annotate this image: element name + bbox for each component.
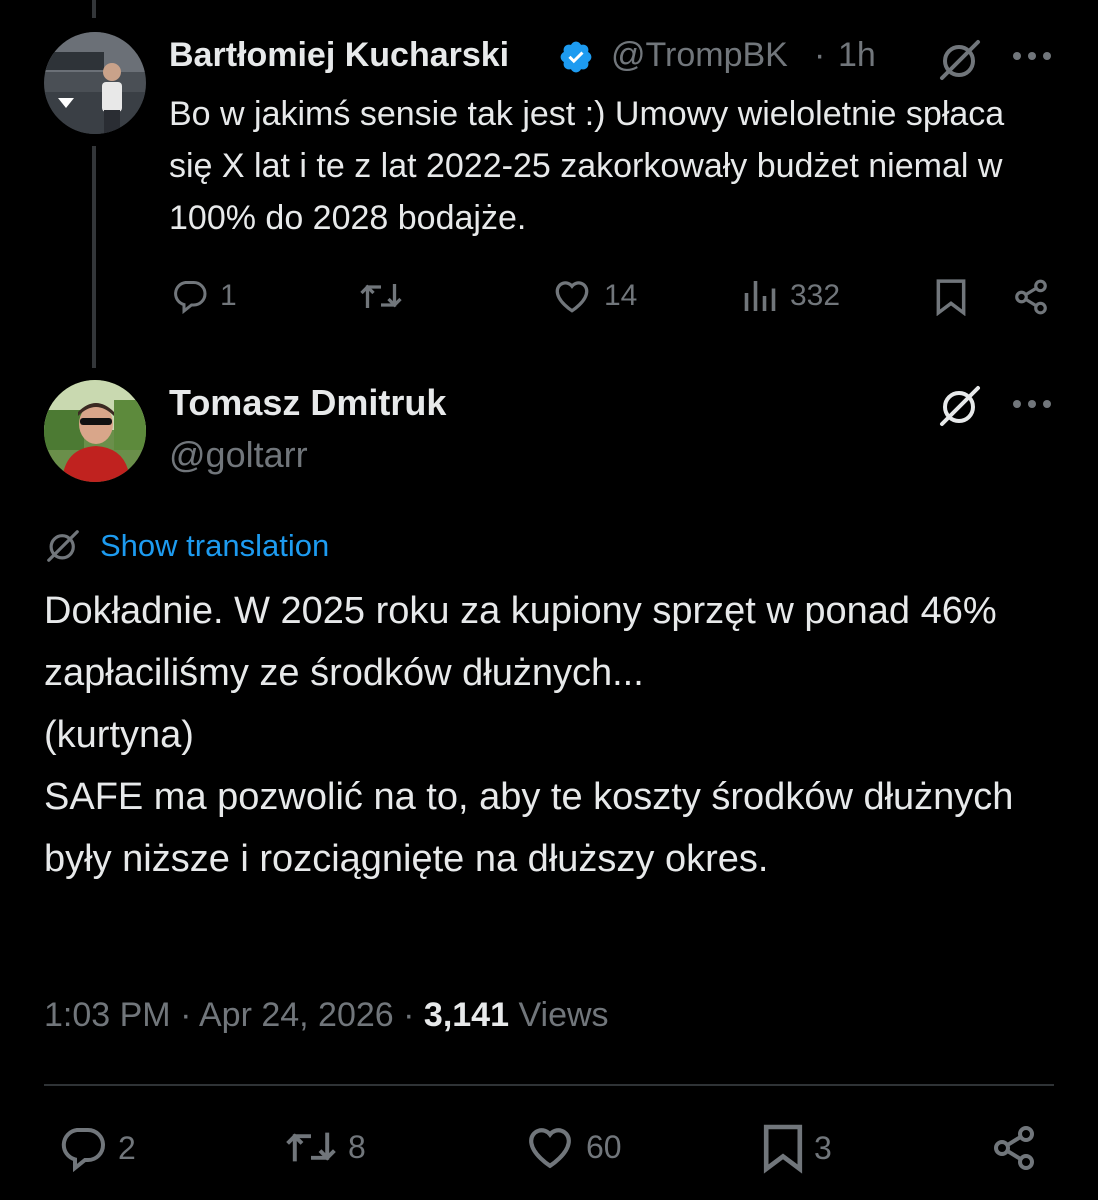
views-label: Views <box>518 996 609 1034</box>
share-icon <box>1015 279 1047 315</box>
separator-dot: · <box>180 996 192 1034</box>
bookmark-count: 3 <box>814 1129 832 1166</box>
reply-count: 2 <box>118 1129 136 1166</box>
repost-icon <box>360 284 402 308</box>
bookmark-button[interactable]: 3 <box>762 1122 832 1174</box>
grok-icon[interactable] <box>936 38 984 82</box>
author-handle[interactable]: @TrompBK <box>611 36 788 75</box>
author-name[interactable]: Tomasz Dmitruk <box>169 382 446 424</box>
like-button[interactable]: 14 <box>552 278 637 314</box>
tweet-date[interactable]: Apr 24, 2026 <box>199 996 394 1034</box>
like-count: 14 <box>604 279 638 312</box>
reply-button[interactable]: 2 <box>58 1124 136 1172</box>
avatar[interactable] <box>44 32 146 134</box>
verified-badge-icon <box>560 41 592 73</box>
bookmark-icon <box>936 279 966 316</box>
timestamp[interactable]: 1h <box>838 36 876 75</box>
author-name[interactable]: Bartłomiej Kucharski <box>169 36 509 75</box>
repost-button[interactable]: 8 <box>284 1124 366 1170</box>
bookmark-icon <box>763 1124 803 1174</box>
share-button[interactable] <box>990 1124 1038 1172</box>
tweet-text: Bo w jakimś sensie tak jest :) Umowy wie… <box>169 95 1005 237</box>
avatar[interactable] <box>44 380 146 482</box>
separator-dot: · <box>814 36 826 74</box>
views-count: 3,141 <box>423 996 510 1034</box>
tweet-time[interactable]: 1:03 PM <box>44 996 171 1034</box>
heart-icon <box>529 1128 571 1169</box>
divider <box>44 1084 1054 1086</box>
share-icon <box>994 1126 1034 1170</box>
separator-dot: · <box>403 996 415 1034</box>
more-options-icon[interactable] <box>1012 50 1052 62</box>
reply-button[interactable]: 1 <box>172 278 237 314</box>
reply-count: 1 <box>220 279 237 312</box>
show-translation-button[interactable]: Show translation <box>44 528 329 564</box>
heart-icon <box>555 281 589 313</box>
show-translation-label: Show translation <box>100 528 330 563</box>
like-count: 60 <box>586 1128 622 1165</box>
repost-count: 8 <box>348 1128 366 1165</box>
grok-icon <box>47 530 79 562</box>
thread-line <box>92 0 96 18</box>
repost-button[interactable] <box>358 278 404 314</box>
share-button[interactable] <box>1012 278 1050 316</box>
reply-icon <box>61 1128 105 1172</box>
tweet-text: Dokładnie. W 2025 roku za kupiony sprzęt… <box>44 590 1014 880</box>
bookmark-button[interactable] <box>934 278 968 316</box>
tweet-meta: 1:03 PM · Apr 24, 2026 · 3,141 Views <box>44 996 609 1035</box>
views-button[interactable]: 332 <box>742 278 840 314</box>
reply-icon <box>174 281 207 314</box>
thread-line <box>92 146 96 368</box>
like-button[interactable]: 60 <box>524 1124 622 1170</box>
grok-icon[interactable] <box>936 384 984 428</box>
views-count: 332 <box>790 279 841 312</box>
analytics-icon <box>744 281 776 311</box>
more-options-icon[interactable] <box>1012 398 1052 410</box>
repost-icon <box>286 1132 336 1162</box>
author-handle[interactable]: @goltarr <box>169 434 308 476</box>
